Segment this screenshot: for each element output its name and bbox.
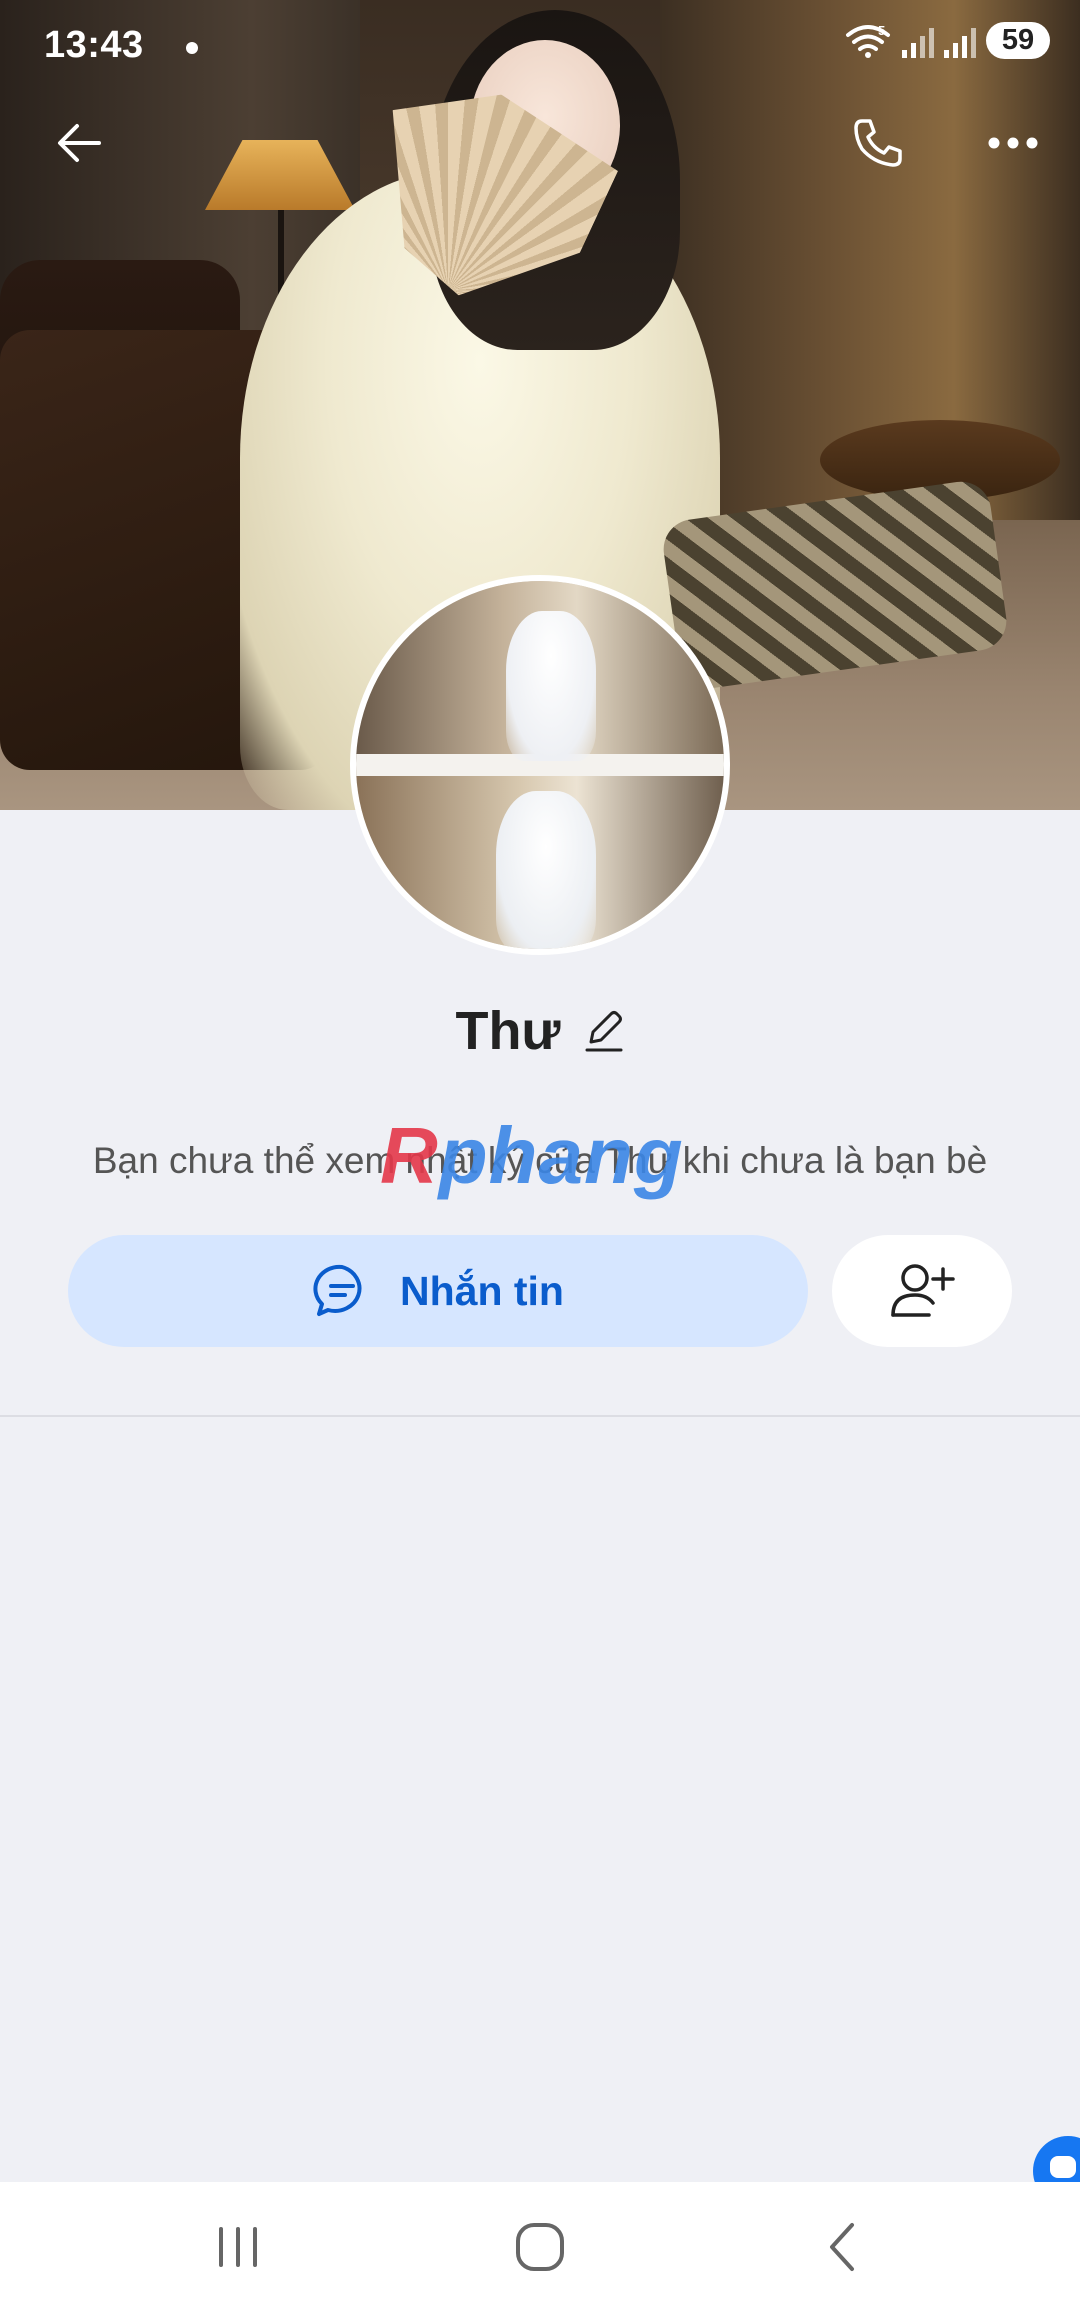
- avatar-figure-bottom: [496, 791, 596, 949]
- nav-back-icon: [830, 2223, 854, 2271]
- avatar[interactable]: [350, 575, 730, 955]
- back-arrow-icon: [58, 124, 101, 162]
- status-time: 13:43: [44, 24, 144, 66]
- section-divider: [0, 1415, 1080, 1417]
- watermark-rest: phang: [438, 1111, 684, 1200]
- recent-apps-button[interactable]: [198, 2212, 278, 2282]
- notification-dot-icon: [186, 42, 198, 54]
- wifi-badge: 5: [878, 23, 885, 38]
- floating-chat-icon: [1050, 2156, 1076, 2178]
- add-friend-button[interactable]: [832, 1235, 1012, 1347]
- message-button[interactable]: Nhắn tin: [68, 1235, 808, 1347]
- signal-2-icon: [944, 24, 976, 58]
- system-back-button[interactable]: [802, 2212, 882, 2282]
- home-button[interactable]: [500, 2212, 580, 2282]
- avatar-figure-top: [506, 611, 596, 761]
- wifi-icon: 5: [846, 23, 890, 58]
- watermark-first: R: [380, 1111, 439, 1200]
- add-friend-icon: [891, 1264, 955, 1317]
- signal-1-icon: [902, 24, 934, 58]
- system-nav-bar: [0, 2182, 1080, 2316]
- battery-indicator: 59: [986, 22, 1050, 59]
- call-button[interactable]: [843, 108, 913, 178]
- more-options-button[interactable]: [978, 108, 1048, 178]
- edit-pencil-icon[interactable]: [583, 1008, 625, 1054]
- chat-bubble-icon: [313, 1264, 362, 1316]
- profile-name: Thư: [455, 1001, 561, 1061]
- home-icon: [516, 2223, 564, 2271]
- back-button[interactable]: [44, 108, 114, 178]
- watermark: Rphang: [380, 1110, 684, 1202]
- more-dots-icon: [988, 137, 1038, 149]
- profile-name-row: Thư: [0, 1000, 1080, 1062]
- message-button-label: Nhắn tin: [400, 1267, 564, 1314]
- status-icons: 5 59: [844, 22, 1050, 59]
- recent-apps-icon: [219, 2227, 257, 2267]
- phone-icon: [854, 119, 902, 167]
- status-bar: 13:43 5 59: [0, 0, 1080, 95]
